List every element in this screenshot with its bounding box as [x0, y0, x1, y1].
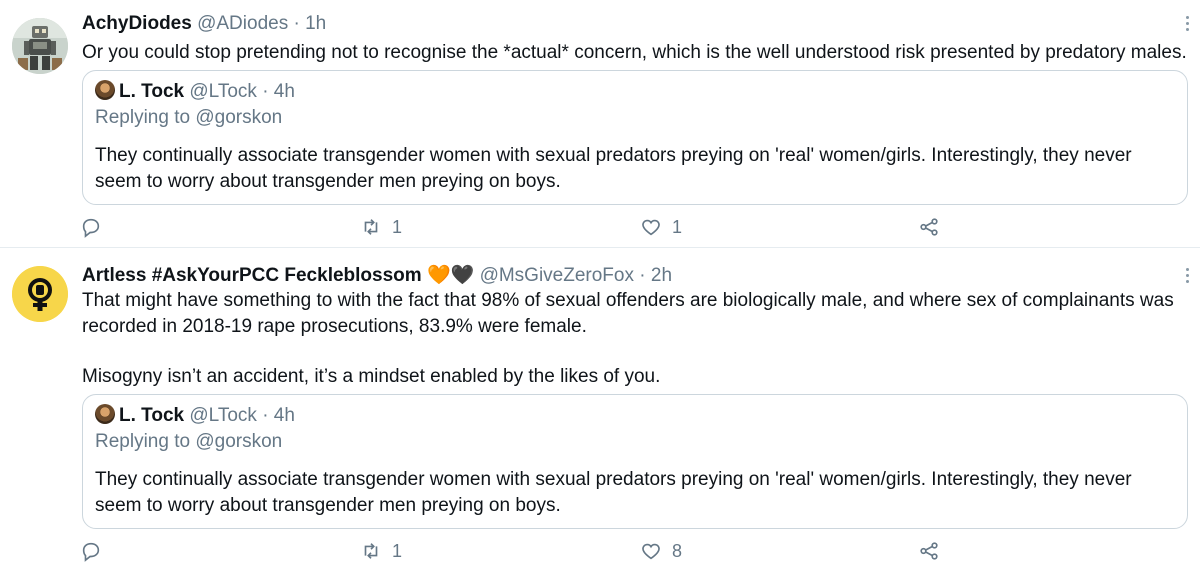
quoted-tweet[interactable]: L. Tock @LTock · 4h Replying to @gorskon… — [82, 70, 1188, 205]
quoted-author-name: L. Tock — [119, 81, 185, 102]
timestamp[interactable]: 1h — [305, 13, 326, 34]
like-button[interactable]: 8 — [640, 536, 682, 566]
more-options-icon[interactable] — [1186, 268, 1192, 286]
quoted-author-avatar — [95, 404, 115, 424]
retweet-count: 1 — [392, 540, 403, 561]
quoted-author-avatar — [95, 80, 115, 100]
tweet-header: Artless #AskYourPCC Feckleblossom 🧡🖤 @Ms… — [82, 264, 672, 288]
quoted-timestamp: 4h — [273, 405, 295, 426]
replying-to-mention[interactable]: @gorskon — [195, 107, 282, 128]
separator-dot: · — [639, 265, 646, 286]
quoted-tweet-header: L. Tock @LTock · 4h — [95, 80, 295, 104]
share-icon — [920, 218, 938, 236]
robot-avatar-image — [12, 18, 68, 74]
avatar-achydiodes[interactable] — [12, 18, 68, 74]
retweet-button[interactable]: 1 — [360, 536, 402, 566]
replying-to-prefix: Replying to — [95, 431, 191, 452]
author-name[interactable]: Artless #AskYourPCC Feckleblossom — [82, 265, 422, 286]
replying-to: Replying to @gorskon — [95, 431, 282, 453]
heart-icon — [642, 219, 660, 236]
tweet-text: Or you could stop pretending not to reco… — [82, 42, 1187, 63]
like-button[interactable]: 1 — [640, 212, 682, 242]
timestamp[interactable]: 2h — [651, 265, 672, 286]
quoted-author-name: L. Tock — [119, 405, 185, 426]
quoted-tweet-text: They continually associate transgender w… — [95, 469, 1132, 516]
like-count: 1 — [672, 216, 683, 237]
separator-dot: · — [293, 13, 300, 34]
quoted-author-handle: @LTock — [189, 81, 257, 102]
reply-icon — [82, 542, 100, 562]
heart-emojis: 🧡🖤 — [426, 265, 475, 286]
quoted-tweet-text: They continually associate transgender w… — [95, 145, 1132, 192]
more-options-icon[interactable] — [1186, 16, 1192, 34]
share-icon — [920, 542, 938, 560]
reply-icon — [82, 218, 100, 238]
quoted-tweet[interactable]: L. Tock @LTock · 4h Replying to @gorskon… — [82, 394, 1188, 529]
separator-dot: · — [262, 405, 269, 426]
female-symbol-fist-icon — [12, 266, 68, 322]
replying-to-prefix: Replying to — [95, 107, 191, 128]
share-button[interactable] — [918, 212, 940, 242]
quoted-timestamp: 4h — [273, 81, 295, 102]
tweet-header: AchyDiodes @ADiodes · 1h — [82, 12, 326, 36]
retweet-icon — [364, 543, 378, 559]
replying-to-mention[interactable]: @gorskon — [195, 431, 282, 452]
tweet-text-paragraph-2: Misogyny isn’t an accident, it’s a minds… — [82, 366, 661, 387]
retweet-icon — [364, 219, 378, 235]
tweet-actions: 1 8 — [0, 536, 1200, 566]
retweet-button[interactable]: 1 — [360, 212, 402, 242]
like-count: 8 — [672, 540, 683, 561]
tweet-text-paragraph-1: That might have something to with the fa… — [82, 290, 1174, 337]
author-handle[interactable]: @ADiodes — [197, 13, 288, 34]
retweet-count: 1 — [392, 216, 403, 237]
quoted-author-handle: @LTock — [189, 405, 257, 426]
share-button[interactable] — [918, 536, 940, 566]
heart-icon — [642, 543, 660, 560]
reply-button[interactable] — [80, 536, 112, 566]
replying-to: Replying to @gorskon — [95, 107, 282, 129]
avatar-msgivezerofox[interactable] — [12, 266, 68, 322]
separator-dot: · — [262, 81, 269, 102]
author-handle[interactable]: @MsGiveZeroFox — [480, 265, 634, 286]
reply-button[interactable] — [80, 212, 112, 242]
tweet-1[interactable]: AchyDiodes @ADiodes · 1h Or you could st… — [0, 0, 1200, 248]
quoted-tweet-header: L. Tock @LTock · 4h — [95, 404, 295, 428]
author-name[interactable]: AchyDiodes — [82, 13, 192, 34]
tweet-actions: 1 1 — [0, 212, 1200, 242]
